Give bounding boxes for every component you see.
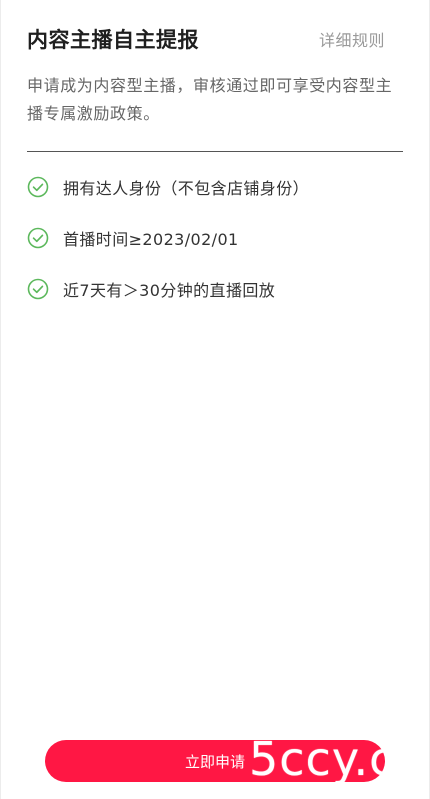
check-circle-icon [27, 278, 49, 300]
report-panel: 内容主播自主提报 详细规则 申请成为内容型主播，审核通过即可享受内容型主播专属激… [0, 0, 430, 799]
description-text: 申请成为内容型主播，审核通过即可享受内容型主播专属激励政策。 [27, 76, 393, 123]
requirement-text: 拥有达人身份（不包含店铺身份） [63, 179, 310, 198]
detailed-rules-link[interactable]: 详细规则 [319, 27, 385, 51]
section-divider [27, 151, 403, 152]
apply-now-button[interactable]: 立即申请 [45, 740, 385, 782]
requirement-list: 拥有达人身份（不包含店铺身份） 首播时间≥2023/02/01 近7天有＞30分… [27, 170, 409, 323]
check-circle-icon [27, 176, 49, 198]
panel-header: 内容主播自主提报 详细规则 [27, 22, 385, 56]
page-title: 内容主播自主提报 [27, 28, 199, 52]
requirement-text: 首播时间≥2023/02/01 [63, 230, 239, 249]
check-circle-icon [27, 227, 49, 249]
requirement-item: 首播时间≥2023/02/01 [27, 221, 409, 255]
requirement-text: 近7天有＞30分钟的直播回放 [63, 281, 276, 300]
requirement-item: 近7天有＞30分钟的直播回放 [27, 272, 409, 306]
requirement-item: 拥有达人身份（不包含店铺身份） [27, 170, 409, 204]
